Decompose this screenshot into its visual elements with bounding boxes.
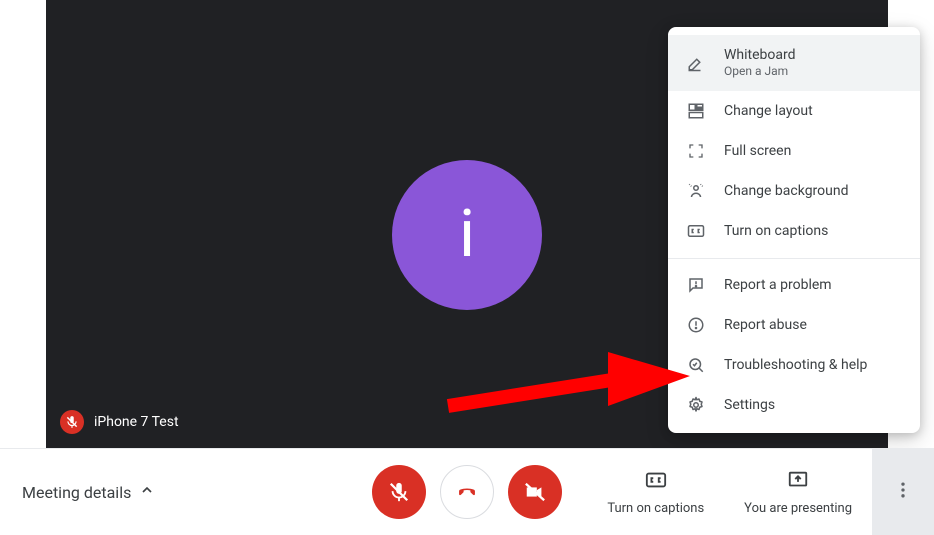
menu-item-label: Change layout	[724, 102, 813, 120]
menu-item-settings[interactable]: Settings	[668, 385, 920, 425]
more-options-menu: Whiteboard Open a Jam Change layout Full…	[668, 27, 920, 433]
captions-icon	[645, 469, 667, 495]
meeting-details-label: Meeting details	[22, 483, 131, 502]
menu-item-change-layout[interactable]: Change layout	[668, 91, 920, 131]
more-options-button[interactable]	[872, 449, 934, 535]
menu-item-label: Report abuse	[724, 316, 807, 334]
captions-button[interactable]: Turn on captions	[587, 449, 724, 535]
menu-item-whiteboard[interactable]: Whiteboard Open a Jam	[668, 35, 920, 91]
menu-item-label: Settings	[724, 396, 775, 414]
menu-item-troubleshooting[interactable]: Troubleshooting & help	[668, 345, 920, 385]
layout-icon	[686, 102, 706, 120]
mic-muted-icon	[60, 410, 84, 434]
avatar: i	[392, 160, 542, 310]
menu-item-subtitle: Open a Jam	[724, 64, 796, 80]
camera-off-button[interactable]	[508, 465, 562, 519]
chevron-up-icon	[139, 482, 155, 502]
report-abuse-icon	[686, 316, 706, 334]
hangup-button[interactable]	[440, 465, 494, 519]
menu-divider	[668, 258, 920, 259]
mute-button[interactable]	[372, 465, 426, 519]
more-vert-icon	[893, 480, 913, 504]
menu-item-change-background[interactable]: Change background	[668, 171, 920, 211]
presenting-button[interactable]: You are presenting	[724, 449, 872, 535]
menu-item-label: Full screen	[724, 142, 791, 160]
fullscreen-icon	[686, 143, 706, 159]
bottom-bar: Meeting details	[0, 448, 934, 535]
presenting-label: You are presenting	[744, 501, 852, 516]
menu-item-label: Turn on captions	[724, 222, 828, 240]
menu-item-report-abuse[interactable]: Report abuse	[668, 305, 920, 345]
pencil-icon	[686, 54, 706, 72]
menu-item-label: Troubleshooting & help	[724, 356, 867, 374]
captions-icon	[686, 222, 706, 240]
troubleshoot-icon	[686, 356, 706, 374]
gear-icon	[686, 396, 706, 414]
menu-item-report-problem[interactable]: Report a problem	[668, 265, 920, 305]
captions-label: Turn on captions	[607, 501, 704, 516]
participant-badge: iPhone 7 Test	[60, 410, 179, 434]
menu-item-full-screen[interactable]: Full screen	[668, 131, 920, 171]
feedback-icon	[686, 276, 706, 294]
present-icon	[787, 469, 809, 495]
avatar-letter: i	[459, 202, 475, 268]
meeting-details-button[interactable]: Meeting details	[22, 482, 155, 502]
menu-item-label: Report a problem	[724, 276, 832, 294]
menu-item-turn-on-captions[interactable]: Turn on captions	[668, 211, 920, 251]
call-controls	[372, 465, 562, 519]
background-icon	[686, 182, 706, 200]
menu-item-label: Whiteboard	[724, 46, 796, 64]
menu-item-label: Change background	[724, 182, 849, 200]
participant-name: iPhone 7 Test	[94, 414, 179, 430]
